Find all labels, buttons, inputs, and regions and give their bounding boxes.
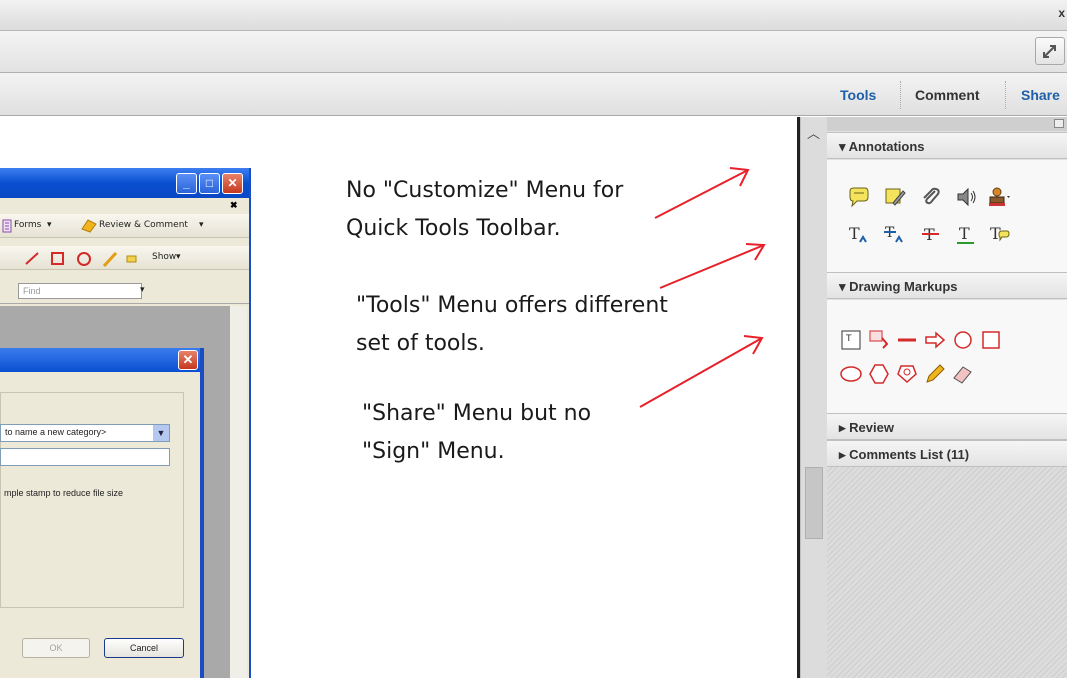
stamp-icon[interactable] <box>987 185 1011 209</box>
connected-lines-icon[interactable] <box>895 362 919 386</box>
sticky-note-icon[interactable] <box>847 185 871 209</box>
expanded-icon: ▾ <box>839 139 846 154</box>
annotations-panel: T T T T T <box>827 160 1067 272</box>
underline-icon[interactable]: T <box>954 222 978 246</box>
oval-icon[interactable] <box>951 328 975 352</box>
insert-text-icon[interactable]: T <box>847 222 871 246</box>
cloud-icon[interactable] <box>839 362 863 386</box>
pane-empty-area <box>827 467 1067 678</box>
collapsed-icon: ▸ <box>839 420 846 435</box>
tools-pane: ▾ Annotations T T T T T <box>827 117 1067 678</box>
comments-list-header[interactable]: ▸ Comments List (11) <box>827 440 1067 467</box>
annotations-label: Annotations <box>848 139 925 154</box>
callout-icon[interactable] <box>867 328 891 352</box>
strikethrough-icon[interactable]: T <box>919 222 943 246</box>
pane-options-icon[interactable] <box>1054 119 1064 128</box>
annotations-header[interactable]: ▾ Annotations <box>827 132 1067 159</box>
text-box-icon[interactable]: T <box>839 328 863 352</box>
polygon-icon[interactable] <box>867 362 891 386</box>
drawing-markups-label: Drawing Markups <box>849 279 958 294</box>
review-label: Review <box>849 420 894 435</box>
drawing-markups-header[interactable]: ▾ Drawing Markups <box>827 272 1067 299</box>
attach-file-icon[interactable] <box>919 185 943 209</box>
replace-text-icon[interactable]: T <box>883 222 907 246</box>
svg-text:T: T <box>849 224 860 243</box>
svg-text:T: T <box>959 224 970 243</box>
pane-top-strip <box>827 117 1067 131</box>
highlight-text-icon[interactable] <box>883 185 907 209</box>
arrow-2 <box>659 244 765 289</box>
line-icon[interactable] <box>895 328 919 352</box>
record-audio-icon[interactable] <box>954 185 978 209</box>
expanded-icon: ▾ <box>839 279 846 294</box>
review-header[interactable]: ▸ Review <box>827 413 1067 440</box>
arrow-icon[interactable] <box>923 328 947 352</box>
drawing-markups-panel: T <box>827 300 1067 413</box>
svg-text:T: T <box>845 334 852 344</box>
collapsed-icon: ▸ <box>839 447 846 462</box>
add-note-to-text-icon[interactable]: T <box>987 222 1011 246</box>
arrow-1 <box>654 169 749 219</box>
comments-list-label: Comments List (11) <box>849 447 970 462</box>
arrow-3 <box>639 337 763 408</box>
arrow-head-3 <box>743 335 764 355</box>
eraser-icon[interactable] <box>951 362 975 386</box>
pencil-icon[interactable] <box>923 362 947 386</box>
rectangle-icon[interactable] <box>979 328 1003 352</box>
